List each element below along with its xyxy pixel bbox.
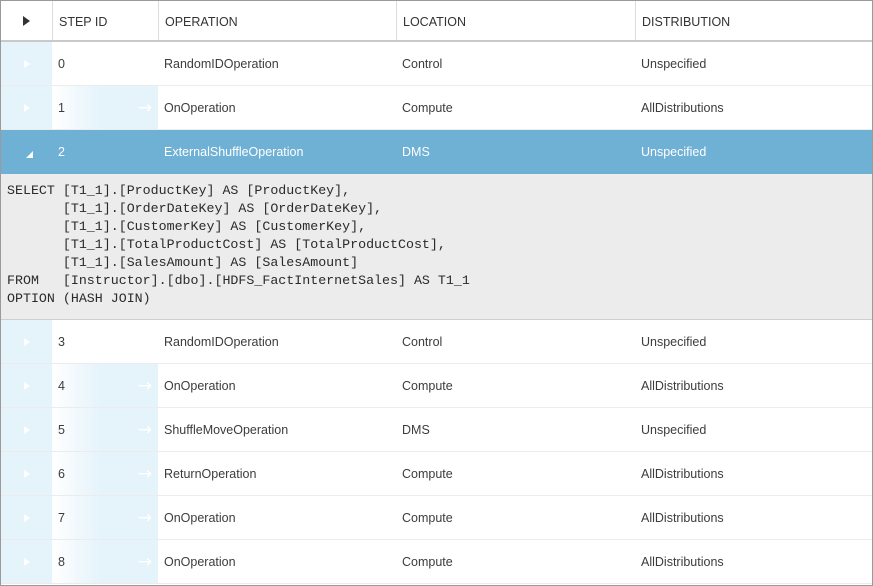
operation-cell: ShuffleMoveOperation	[164, 422, 289, 437]
triangle-right-icon	[23, 513, 30, 522]
sql-line: SELECT [T1_1].[ProductKey] AS [ProductKe…	[7, 183, 351, 198]
arrow-right-icon: →	[137, 507, 152, 528]
column-header-location[interactable]: LOCATION	[396, 1, 635, 40]
row-expand-button[interactable]	[1, 408, 52, 451]
location-cell: Compute	[402, 510, 453, 525]
row-expand-button[interactable]	[1, 364, 52, 407]
step-id-cell: 6 →	[52, 452, 158, 495]
arrow-right-icon: →	[137, 97, 152, 118]
step-id-value: 1	[58, 100, 65, 115]
distribution-cell: AllDistributions	[641, 466, 724, 481]
distribution-cell: Unspecified	[641, 334, 707, 349]
step-id-value: 4	[58, 378, 65, 393]
distribution-cell: Unspecified	[641, 145, 707, 159]
sql-line: [T1_1].[OrderDateKey] AS [OrderDateKey],	[7, 201, 383, 216]
sql-line: OPTION (HASH JOIN)	[7, 291, 151, 306]
operation-cell: ExternalShuffleOperation	[164, 145, 304, 159]
location-cell: Control	[402, 334, 443, 349]
column-header-distribution[interactable]: DISTRIBUTION	[635, 1, 872, 40]
step-id-value: 6	[58, 466, 65, 481]
operation-cell: OnOperation	[164, 510, 236, 525]
triangle-right-icon	[23, 557, 30, 566]
operation-cell: OnOperation	[164, 554, 236, 569]
step-id-cell: 5 →	[52, 408, 158, 451]
step-id-cell: 2	[58, 145, 65, 159]
location-cell: Control	[402, 56, 443, 71]
distribution-cell: AllDistributions	[641, 100, 724, 115]
query-plan-grid: STEP ID OPERATION LOCATION DISTRIBUTION …	[0, 0, 873, 586]
row-collapse-button[interactable]	[1, 130, 52, 174]
triangle-right-icon	[23, 337, 30, 346]
distribution-cell: AllDistributions	[641, 554, 724, 569]
table-row[interactable]: 1 → OnOperation Compute AllDistributions	[1, 86, 872, 130]
grid-header: STEP ID OPERATION LOCATION DISTRIBUTION	[1, 1, 872, 42]
row-expand-button[interactable]	[1, 452, 52, 495]
distribution-cell: AllDistributions	[641, 378, 724, 393]
step-id-value: 5	[58, 422, 65, 437]
row-expand-button[interactable]	[1, 496, 52, 539]
operation-cell: RandomIDOperation	[164, 334, 279, 349]
step-id-cell: 3	[58, 334, 65, 349]
arrow-right-icon: →	[137, 419, 152, 440]
arrow-right-icon: →	[137, 375, 152, 396]
distribution-cell: Unspecified	[641, 56, 707, 71]
table-row[interactable]: 8 → OnOperation Compute AllDistributions	[1, 540, 872, 584]
sql-line: [T1_1].[SalesAmount] AS [SalesAmount]	[7, 255, 359, 270]
triangle-down-icon	[26, 150, 33, 158]
location-cell: Compute	[402, 100, 453, 115]
step-id-cell: 8 →	[52, 540, 158, 583]
triangle-right-icon	[23, 15, 30, 26]
row-expand-button[interactable]	[1, 42, 52, 85]
distribution-cell: AllDistributions	[641, 510, 724, 525]
sql-line: [T1_1].[CustomerKey] AS [CustomerKey],	[7, 219, 367, 234]
table-row-selected[interactable]: 2 ExternalShuffleOperation DMS Unspecifi…	[1, 130, 872, 174]
triangle-right-icon	[23, 469, 30, 478]
table-row[interactable]: 7 → OnOperation Compute AllDistributions	[1, 496, 872, 540]
column-header-operation[interactable]: OPERATION	[158, 1, 396, 40]
triangle-right-icon	[23, 425, 30, 434]
step-id-cell: 4 →	[52, 364, 158, 407]
row-expand-button[interactable]	[1, 320, 52, 363]
sql-line: [T1_1].[TotalProductCost] AS [TotalProdu…	[7, 237, 446, 252]
operation-cell: OnOperation	[164, 100, 236, 115]
step-id-value: 7	[58, 510, 65, 525]
table-row[interactable]: 6 → ReturnOperation Compute AllDistribut…	[1, 452, 872, 496]
step-id-cell: 0	[58, 56, 65, 71]
table-row[interactable]: 3 RandomIDOperation Control Unspecified	[1, 320, 872, 364]
step-id-value: 8	[58, 554, 65, 569]
operation-cell: RandomIDOperation	[164, 56, 279, 71]
row-expand-button[interactable]	[1, 540, 52, 583]
table-row[interactable]: 0 RandomIDOperation Control Unspecified	[1, 42, 872, 86]
arrow-right-icon: →	[137, 463, 152, 484]
step-id-cell: 1 →	[52, 86, 158, 129]
distribution-cell: Unspecified	[641, 422, 707, 437]
location-cell: DMS	[402, 422, 430, 437]
triangle-right-icon	[23, 103, 30, 112]
triangle-right-icon	[23, 59, 30, 68]
triangle-right-icon	[23, 381, 30, 390]
operation-cell: OnOperation	[164, 378, 236, 393]
step-id-cell: 7 →	[52, 496, 158, 539]
location-cell: Compute	[402, 378, 453, 393]
location-cell: Compute	[402, 554, 453, 569]
location-cell: Compute	[402, 466, 453, 481]
table-row[interactable]: 4 → OnOperation Compute AllDistributions	[1, 364, 872, 408]
operation-cell: ReturnOperation	[164, 466, 257, 481]
row-expand-button[interactable]	[1, 86, 52, 129]
expand-all-button[interactable]	[1, 1, 52, 40]
sql-query-text: SELECT [T1_1].[ProductKey] AS [ProductKe…	[7, 182, 866, 308]
location-cell: DMS	[402, 145, 430, 159]
sql-detail-panel: SELECT [T1_1].[ProductKey] AS [ProductKe…	[1, 174, 872, 320]
sql-line: FROM [Instructor].[dbo].[HDFS_FactIntern…	[7, 273, 470, 288]
arrow-right-icon: →	[137, 551, 152, 572]
table-row[interactable]: 5 → ShuffleMoveOperation DMS Unspecified	[1, 408, 872, 452]
column-header-step-id[interactable]: STEP ID	[52, 1, 158, 40]
